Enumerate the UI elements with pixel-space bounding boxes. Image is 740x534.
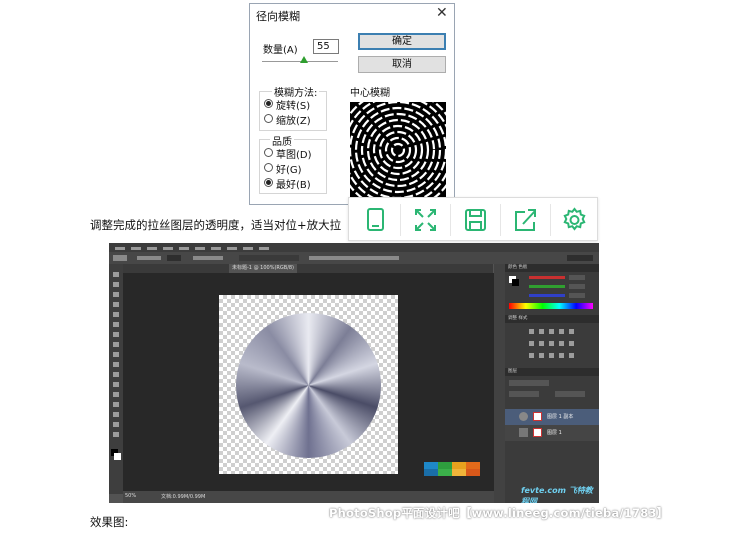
save-icon[interactable] (451, 198, 500, 242)
zoom-radio[interactable] (264, 114, 273, 123)
floating-toolbar (348, 197, 598, 241)
spin-radio[interactable] (264, 99, 273, 108)
doc-size-readout: 文档:0.99M/0.99M (161, 494, 206, 500)
ok-button[interactable]: 确定 (358, 33, 446, 50)
ps-options-bar (109, 252, 599, 264)
zoom-readout: 50% (125, 493, 137, 499)
layer-row[interactable]: 图层 1 (505, 425, 599, 441)
dialog-title: 径向模糊 (256, 10, 300, 23)
share-icon[interactable] (501, 198, 550, 242)
ps-right-panels: 颜色 色板 调整 样式 图层 图层 1 副本 图层 1 fevte.com 飞特… (505, 264, 599, 503)
watermark: PhotoShop平面设计吧【www.lineeg.com/tieba/1783… (329, 506, 669, 520)
blur-center-label: 中心模糊 (350, 88, 390, 99)
cancel-button[interactable]: 取消 (358, 56, 446, 73)
best-radio[interactable] (264, 178, 273, 187)
color-swatch-strip (424, 462, 480, 476)
ps-collapsed-panels (494, 264, 505, 503)
amount-input[interactable]: 55 (313, 39, 339, 54)
layer-row-copy[interactable]: 图层 1 副本 (505, 409, 599, 425)
layer-mask-thumbnail (533, 412, 542, 421)
best-option-label: 最好(B) (276, 180, 311, 191)
ps-document-tab[interactable]: 未标题-1 @ 100%(RGB/8) (229, 264, 298, 273)
site-logo: fevte.com 飞特教程网 (521, 486, 593, 503)
ps-tab-strip (123, 264, 493, 273)
brushed-metal-disc (236, 313, 381, 458)
fullscreen-icon[interactable] (401, 198, 450, 242)
ps-status-bar: 50% 文档:0.99M/0.99M (123, 491, 503, 503)
layer-mask-thumbnail (533, 428, 542, 437)
draft-option-label: 草图(D) (276, 150, 312, 161)
amount-slider-thumb[interactable] (300, 56, 308, 63)
ps-tools-panel (109, 264, 123, 494)
radial-blur-dialog: 径向模糊 ✕ 数量(A) 55 确定 取消 模糊方法: 旋转(S) 缩放(Z) … (249, 3, 455, 205)
amount-label: 数量(A) (263, 45, 298, 56)
layers-panel-title[interactable]: 图层 (505, 368, 599, 376)
ps-menu-bar (109, 243, 599, 252)
effect-caption: 效果图: (90, 515, 129, 529)
layer-thumbnail (519, 428, 528, 437)
layer-name: 图层 1 副本 (547, 414, 574, 420)
layer-name: 图层 1 (547, 430, 562, 436)
photoshop-screenshot: 未标题-1 @ 100%(RGB/8) 50% 文档:0.99M/0.99M 颜… (109, 243, 599, 503)
zoom-option-label: 缩放(Z) (276, 116, 311, 127)
adjustments-panel-title: 调整 样式 (505, 315, 599, 323)
spin-option-label: 旋转(S) (276, 101, 311, 112)
good-radio[interactable] (264, 163, 273, 172)
article-caption: 调整完成的拉丝图层的透明度，适当对位+放大拉 (90, 218, 342, 232)
settings-icon[interactable] (550, 198, 599, 242)
good-option-label: 好(G) (276, 165, 302, 176)
layer-thumbnail (519, 412, 528, 421)
blur-center-preview[interactable] (350, 102, 446, 198)
draft-radio[interactable] (264, 148, 273, 157)
color-panel-title: 颜色 色板 (505, 264, 599, 272)
phone-icon[interactable] (351, 198, 400, 242)
close-icon[interactable]: ✕ (436, 5, 448, 21)
